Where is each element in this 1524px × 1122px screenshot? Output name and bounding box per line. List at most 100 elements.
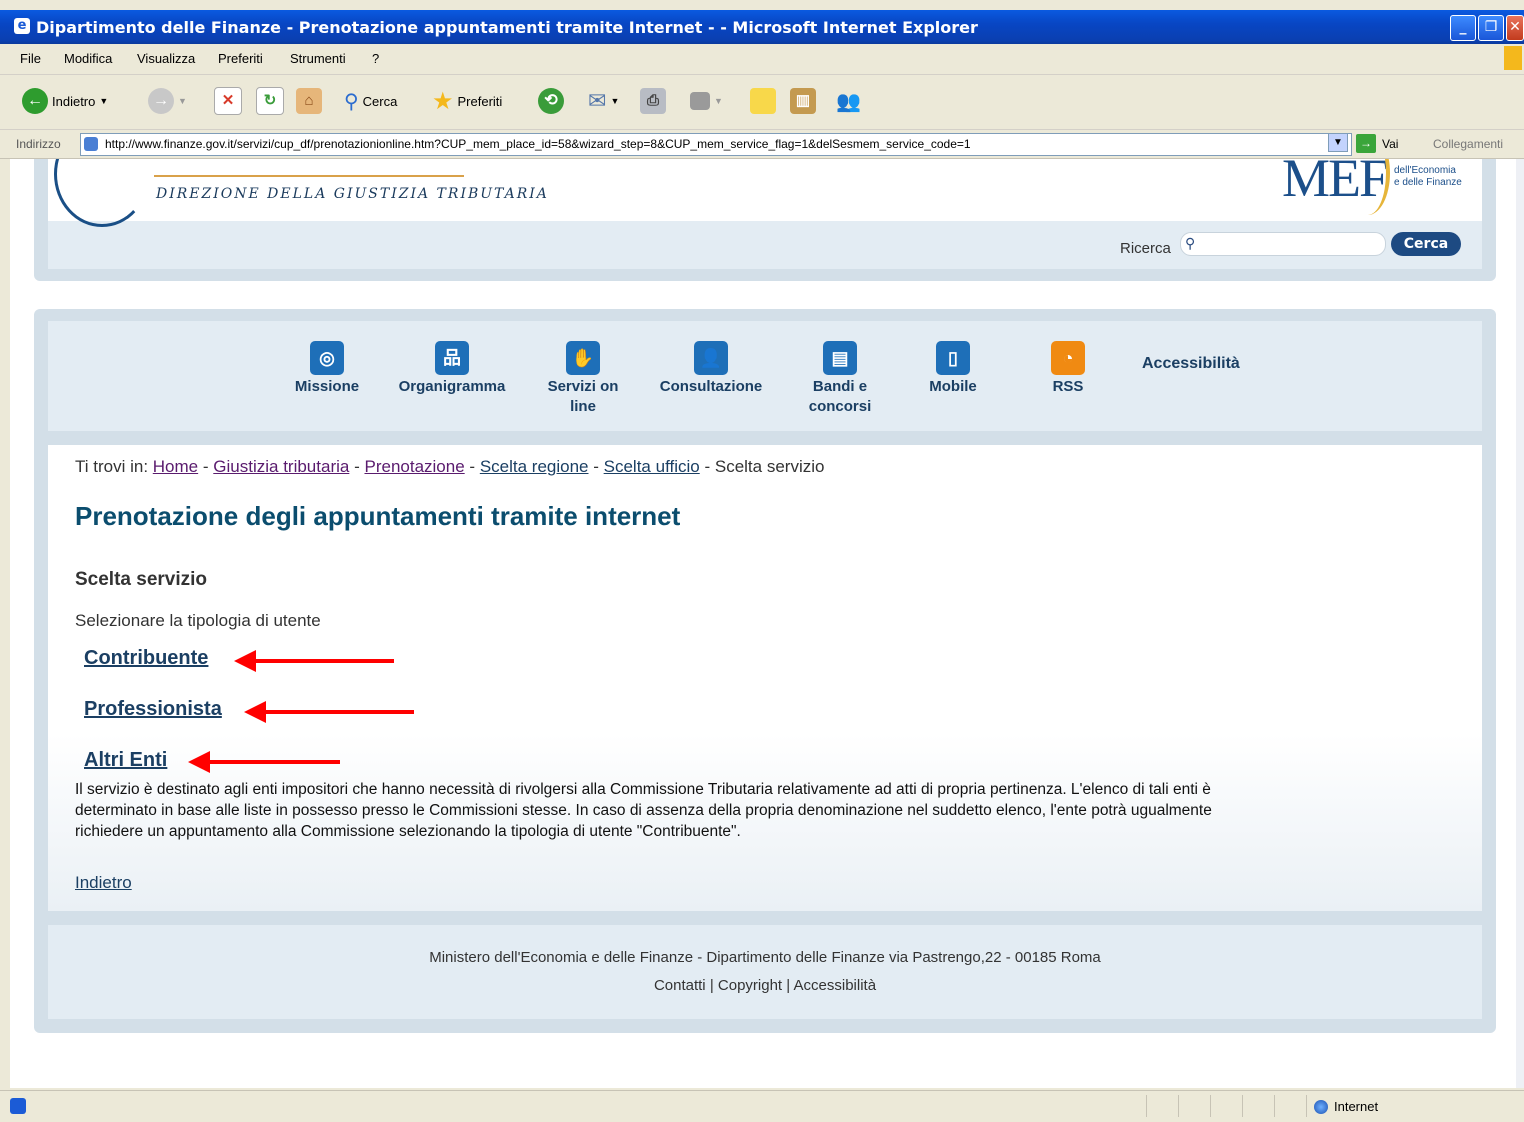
security-zone: Internet: [1314, 1099, 1378, 1114]
instruction-text: Selezionare la tipologia di utente: [75, 611, 321, 630]
forward-dropdown-icon[interactable]: ▼: [178, 96, 187, 106]
nav-label: Mobile: [929, 378, 977, 395]
menu-visualizza[interactable]: Visualizza: [137, 51, 195, 66]
menu-preferiti[interactable]: Preferiti: [218, 51, 263, 66]
address-bar: Indirizzo http://www.finanze.gov.it/serv…: [0, 131, 1524, 159]
altri-enti-description: Il servizio è destinato agli enti imposi…: [75, 781, 1212, 840]
history-button[interactable]: ⟲: [538, 85, 564, 117]
site-search-button[interactable]: Cerca: [1391, 232, 1461, 256]
favorites-button[interactable]: ★ Preferiti: [432, 85, 502, 117]
page-status-icon: [10, 1098, 26, 1114]
breadcrumb-separator: -: [704, 457, 711, 476]
window-title: Dipartimento delle Finanze - Prenotazion…: [36, 18, 978, 37]
mobile-icon: ▯: [936, 341, 970, 375]
page-title: Prenotazione degli appuntamenti tramite …: [75, 501, 681, 531]
messenger-icon: 👥: [836, 90, 861, 113]
red-arrow-annotation: [234, 650, 394, 672]
back-link[interactable]: Indietro: [75, 873, 132, 893]
vertical-scrollbar[interactable]: [1516, 159, 1524, 1088]
menu-modifica[interactable]: Modifica: [64, 51, 112, 66]
page-icon: [84, 137, 98, 151]
back-arrow-icon: ←: [22, 88, 48, 114]
edit-dropdown-icon[interactable]: ▼: [714, 96, 723, 106]
ie-window-icon: e: [14, 18, 30, 34]
address-dropdown-icon[interactable]: ▼: [1328, 133, 1348, 152]
star-icon: ★: [432, 87, 454, 115]
edit-button[interactable]: ▼: [690, 85, 723, 117]
maximize-button[interactable]: ❐: [1478, 15, 1504, 41]
forward-arrow-icon: →: [148, 88, 174, 114]
breadcrumb-current: Scelta servizio: [714, 457, 825, 476]
messenger-button[interactable]: 👥: [836, 85, 861, 117]
logo-divider: [154, 175, 464, 177]
print-button[interactable]: ⎙: [640, 85, 666, 117]
window-titlebar: e Dipartimento delle Finanze - Prenotazi…: [0, 10, 1524, 44]
back-button[interactable]: ← Indietro ▼: [22, 85, 108, 117]
footer-separator: |: [786, 977, 791, 994]
breadcrumb-scelta-regione[interactable]: Scelta regione: [480, 457, 589, 476]
site-search-label: Ricerca: [1120, 240, 1171, 257]
nav-item-consultazione[interactable]: 👤 Consultazione: [650, 341, 772, 397]
nav-item-rss[interactable]: ◔ RSS: [1034, 341, 1102, 397]
note-button[interactable]: [750, 85, 776, 117]
links-label[interactable]: Collegamenti: [1433, 137, 1503, 151]
mail-icon: ✉: [588, 88, 607, 113]
magnifier-icon: ⚲: [344, 90, 359, 113]
nav-item-missione[interactable]: ◎ Missione: [282, 341, 372, 397]
arrow-shaft: [206, 760, 340, 764]
footer-contatti[interactable]: Contatti: [654, 977, 706, 994]
zone-label: Internet: [1334, 1099, 1379, 1114]
page-viewport: DIREZIONE DELLA GIUSTIZIA TRIBUTARIA MEF…: [10, 159, 1516, 1088]
minimize-button[interactable]: _: [1450, 15, 1476, 41]
go-button[interactable]: → Vai: [1356, 134, 1398, 153]
mail-dropdown-icon[interactable]: ▼: [610, 96, 619, 106]
research-button[interactable]: ▥: [790, 85, 816, 117]
address-input[interactable]: http://www.finanze.gov.it/servizi/cup_df…: [80, 133, 1352, 156]
search-label: Cerca: [362, 93, 398, 109]
nav-item-organigramma[interactable]: 品 Organigramma: [390, 341, 514, 397]
nav-item-bandi-concorsi[interactable]: ▤ Bandi e concorsi: [796, 341, 884, 417]
footer-copyright[interactable]: Copyright: [718, 977, 782, 994]
document-icon: ▤: [823, 341, 857, 375]
choice-professionista[interactable]: Professionista: [84, 698, 222, 721]
menu-help[interactable]: ?: [372, 51, 379, 66]
rss-icon: ◔: [1051, 341, 1085, 375]
nav-label: RSS: [1052, 378, 1084, 395]
breadcrumb-scelta-ufficio[interactable]: Scelta ufficio: [604, 457, 700, 476]
choice-altri-enti[interactable]: Altri Enti: [84, 749, 167, 772]
hand-icon: ✋: [566, 341, 600, 375]
breadcrumb-prefix: Ti trovi in:: [75, 457, 149, 476]
choice-contribuente[interactable]: Contribuente: [84, 647, 208, 670]
go-label: Vai: [1382, 136, 1399, 151]
nav-item-mobile[interactable]: ▯ Mobile: [916, 341, 990, 397]
refresh-button[interactable]: ↻: [256, 85, 284, 117]
stop-button[interactable]: ✕: [214, 85, 242, 117]
target-icon: ◎: [310, 341, 344, 375]
site-search-input[interactable]: ⚲: [1180, 232, 1386, 256]
mail-button[interactable]: ✉ ▼: [588, 85, 619, 117]
nav-label: Bandi e concorsi: [808, 378, 872, 415]
breadcrumb-home[interactable]: Home: [153, 457, 198, 476]
status-divider: [1274, 1095, 1275, 1117]
nav-item-servizi-online[interactable]: ✋ Servizi on line: [538, 341, 628, 417]
nav-label: Consultazione: [659, 378, 763, 395]
nav-accessibilita[interactable]: Accessibilità: [1142, 355, 1240, 373]
breadcrumb-separator: -: [354, 457, 360, 476]
menu-file[interactable]: File: [20, 51, 41, 66]
note-icon: [750, 88, 776, 114]
search-button[interactable]: ⚲ Cerca: [344, 85, 397, 117]
back-dropdown-icon[interactable]: ▼: [99, 96, 108, 106]
status-divider: [1242, 1095, 1243, 1117]
stop-icon: ✕: [214, 87, 242, 115]
history-icon: ⟲: [538, 88, 564, 114]
menu-strumenti[interactable]: Strumenti: [290, 51, 346, 66]
breadcrumb-prenotazione[interactable]: Prenotazione: [364, 457, 464, 476]
home-button[interactable]: ⌂: [296, 85, 322, 117]
footer-accessibilita[interactable]: Accessibilità: [794, 977, 877, 994]
close-button[interactable]: ✕: [1506, 15, 1524, 41]
status-divider: [1146, 1095, 1147, 1117]
forward-button[interactable]: → ▼: [148, 85, 187, 117]
breadcrumb-giustizia-tributaria[interactable]: Giustizia tributaria: [213, 457, 349, 476]
status-divider: [1210, 1095, 1211, 1117]
status-bar: Internet: [0, 1090, 1524, 1122]
